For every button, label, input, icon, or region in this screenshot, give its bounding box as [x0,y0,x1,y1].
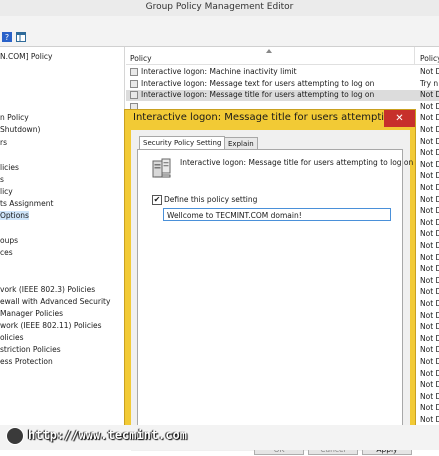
tree-item[interactable]: ts Assignment [0,199,53,208]
tree-item[interactable]: Manager Policies [0,309,63,318]
close-icon: ✕ [395,113,404,124]
policy-name-cell: Interactive logon: Machine inactivity li… [141,67,297,76]
policy-name-cell: Interactive logon: Message text for user… [141,78,375,88]
policy-setting-cell: Not D [420,310,439,320]
policy-setting-cell: Not D [420,136,439,146]
policy-setting-cell: Not D [420,113,439,123]
svg-text:?: ? [5,33,9,42]
policy-setting-cell: Not D [420,217,439,227]
tab-panel: Interactive logon: Message title for use… [137,149,413,435]
column-divider[interactable] [414,47,415,64]
column-header-policy[interactable]: Policy [130,54,152,63]
policy-setting-cell: Not D [420,241,439,250]
policy-name-cell: Interactive logon: Message title for use… [141,90,375,100]
define-policy-checkbox[interactable]: ✔ [152,195,162,205]
tree-item[interactable]: N.COM] Policy [0,52,53,61]
tree-item[interactable]: s [0,175,4,184]
policy-setting-cell: Not D [420,148,439,158]
help-icon[interactable]: ? [2,32,12,42]
policy-name: Interactive logon: Message title for use… [180,158,414,167]
tree-item[interactable]: olicies [0,333,24,342]
policy-server-icon [152,158,171,178]
window-title: Group Policy Management Editor [145,2,294,12]
tree-item[interactable]: licies [0,163,19,172]
tree-item[interactable]: work (IEEE 802.11) Policies [0,321,102,330]
policy-setting-cell: Not D [420,299,439,308]
list-row[interactable]: Interactive logon: Message title for use… [126,90,439,102]
tree-item[interactable]: vork (IEEE 802.3) Policies [0,285,95,294]
policy-setting-cell: Not D [420,415,439,424]
policy-setting-cell: Not D [420,101,439,111]
policy-setting-cell: Not D [420,206,439,216]
policy-setting-cell: Not D [420,391,439,401]
policy-setting-cell: Not D [420,357,439,366]
list-header: Policy Policy [126,47,439,65]
policy-setting-cell: Not D [420,380,439,390]
list-row[interactable]: Interactive logon: Message text for user… [126,79,439,90]
toolbar: ? [0,16,439,47]
navigation-tree: N.COM] Policy n Policy Shutdown) rs licies s l… [0,47,125,425]
policy-setting-cell: Not D [420,252,439,262]
policy-setting-cell: Not D [420,90,439,100]
policy-setting-cell: Not D [420,264,439,274]
policy-setting-cell: Not D [420,275,439,285]
watermark: http://www.tecmint.com [0,425,200,450]
policy-setting-cell: Not D [420,159,439,169]
tree-item[interactable]: Options [0,211,29,220]
define-policy-label: Define this policy setting [164,195,258,204]
close-button[interactable]: ✕ [384,110,415,127]
policy-setting-cell: Not D [420,183,439,192]
policy-setting-cell: Not D [420,333,439,343]
list-row[interactable]: Interactive logon: Machine inactivity li… [126,67,439,78]
tree-item[interactable]: oups [0,236,18,245]
policy-item-icon [130,91,138,100]
policy-setting-cell: Not D [420,67,439,76]
tree-item[interactable]: Shutdown) [0,125,40,134]
show-hide-pane-icon[interactable] [16,32,26,42]
policy-properties-dialog: Interactive logon: Message title for use… [124,109,416,455]
policy-setting-cell: Try n [420,78,439,88]
policy-setting-cell: Not D [420,322,439,332]
policy-setting-cell: Not D [420,194,439,204]
tree-item[interactable]: ewall with Advanced Security [0,297,110,306]
policy-setting-cell: Not D [420,287,439,297]
column-header-setting[interactable]: Policy [420,54,439,63]
dialog-title: Interactive logon: Message title for use… [133,112,394,123]
tree-item[interactable]: licy [0,187,13,196]
tree-item[interactable]: ess Protection [0,357,53,366]
policy-setting-cell: Not D [420,229,439,239]
tree-item[interactable]: n Policy [0,113,29,122]
policy-setting-cell: Not D [420,345,439,355]
policy-setting-cell: Not D [420,171,439,181]
watermark-text: http://www.tecmint.com [28,428,187,442]
tree-item[interactable]: rs [0,138,7,147]
policy-item-icon [130,68,138,76]
policy-item-icon [130,79,138,88]
tree-item[interactable]: striction Policies [0,345,61,354]
checkmark-icon: ✔ [153,195,161,204]
watermark-logo-icon [6,427,24,445]
policy-setting-cell: Not D [420,368,439,378]
policy-setting-cell: Not D [420,125,439,134]
policy-setting-cell: Not D [420,403,439,413]
message-title-input[interactable]: Wellcome to TECMINT.COM domain! [163,208,391,221]
dialog-body: Security Policy Setting Explain Interact… [131,130,413,455]
title-bar: Group Policy Management Editor [0,0,439,16]
sort-ascending-icon [266,49,272,53]
tree-item[interactable]: ces [0,248,13,257]
